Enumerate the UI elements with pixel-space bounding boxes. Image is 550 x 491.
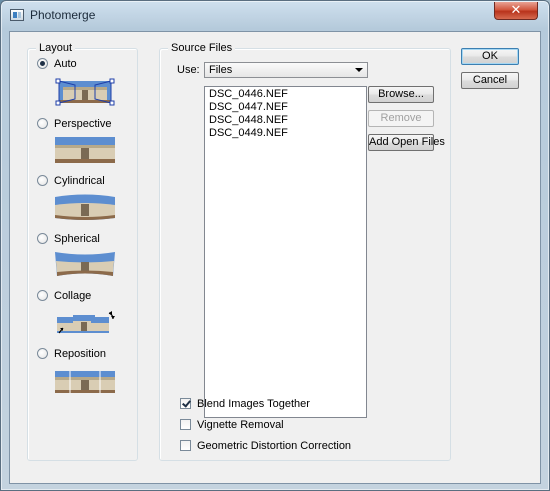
reposition-label: Reposition xyxy=(54,348,106,360)
remove-button[interactable]: Remove xyxy=(368,110,434,127)
ok-button[interactable]: OK xyxy=(461,48,519,65)
cancel-button[interactable]: Cancel xyxy=(461,72,519,89)
geometric-distortion-label: Geometric Distortion Correction xyxy=(197,440,352,452)
geometric-distortion-checkbox[interactable] xyxy=(180,440,191,451)
layout-group: Layout Auto Perspective Cylindrical Sphe… xyxy=(27,41,138,461)
source-file-list[interactable]: DSC_0446.NEF DSC_0447.NEF DSC_0448.NEF D… xyxy=(204,86,367,418)
close-button[interactable]: ✕ xyxy=(494,2,538,20)
spherical-label: Spherical xyxy=(54,233,100,245)
cylindrical-label: Cylindrical xyxy=(54,175,105,187)
auto-layout-icon xyxy=(55,78,115,106)
window-title: Photomerge xyxy=(30,8,96,22)
layout-legend: Layout xyxy=(36,41,76,55)
vignette-removal-label: Vignette Removal xyxy=(197,419,284,431)
close-icon: ✕ xyxy=(510,2,522,17)
file-list-item[interactable]: DSC_0448.NEF xyxy=(209,114,288,127)
file-list-item[interactable]: DSC_0447.NEF xyxy=(209,101,288,114)
file-list-item[interactable]: DSC_0446.NEF xyxy=(209,88,288,101)
auto-radio[interactable] xyxy=(37,58,48,69)
perspective-layout-icon xyxy=(55,137,115,163)
perspective-radio[interactable] xyxy=(37,118,48,129)
photomerge-app-icon xyxy=(10,9,24,21)
title-bar[interactable]: Photomerge ✕ xyxy=(1,1,549,31)
cylindrical-radio[interactable] xyxy=(37,175,48,186)
use-select-value: Files xyxy=(209,64,233,76)
chevron-down-icon xyxy=(355,68,363,72)
collage-layout-icon xyxy=(57,311,115,334)
photomerge-dialog: Photomerge ✕ Layout Auto Perspective Cyl… xyxy=(0,0,550,491)
reposition-radio[interactable] xyxy=(37,348,48,359)
file-list-item[interactable]: DSC_0449.NEF xyxy=(209,127,288,140)
use-label: Use: xyxy=(177,64,200,76)
auto-label: Auto xyxy=(54,58,77,70)
reposition-layout-icon xyxy=(55,371,115,393)
use-select[interactable]: Files xyxy=(204,62,368,78)
collage-label: Collage xyxy=(54,290,92,302)
spherical-layout-icon xyxy=(55,252,115,276)
browse-button[interactable]: Browse... xyxy=(368,86,434,103)
source-files-legend: Source Files xyxy=(168,41,236,55)
add-open-files-button[interactable]: Add Open Files xyxy=(368,134,445,151)
cylindrical-layout-icon xyxy=(55,194,115,220)
spherical-radio[interactable] xyxy=(37,233,48,244)
perspective-label: Perspective xyxy=(54,118,112,130)
dialog-body: Layout Auto Perspective Cylindrical Sphe… xyxy=(9,31,541,484)
vignette-removal-checkbox[interactable] xyxy=(180,419,191,430)
blend-images-label: Blend Images Together xyxy=(197,398,310,410)
blend-images-checkbox[interactable] xyxy=(180,398,191,409)
collage-radio[interactable] xyxy=(37,290,48,301)
